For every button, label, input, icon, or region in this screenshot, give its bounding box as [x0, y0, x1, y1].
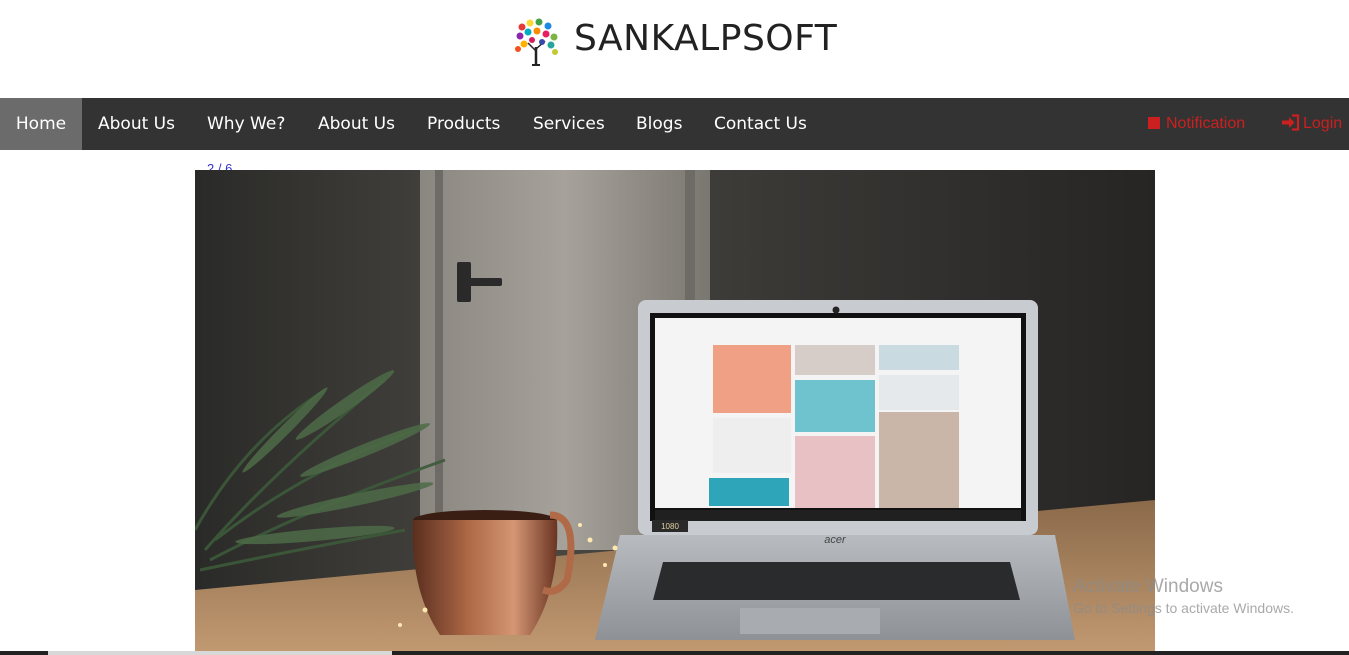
nav-item-services[interactable]: Services — [533, 98, 605, 150]
laptop-desk-photo: acer 1080 — [195, 170, 1155, 655]
activate-windows-title: Activate Windows — [1073, 576, 1223, 597]
nav-item-about-us-2[interactable]: About Us — [318, 98, 395, 150]
nav-item-contact-us[interactable]: Contact Us — [714, 98, 807, 150]
nav-item-about-us[interactable]: About Us — [98, 98, 175, 150]
hero-slide-image[interactable]: acer 1080 — [195, 170, 1155, 655]
nav-item-products[interactable]: Products — [427, 98, 500, 150]
nav-item-blogs[interactable]: Blogs — [636, 98, 682, 150]
colorful-tree-icon[interactable] — [512, 17, 560, 67]
site-header: SANKALPSOFT — [0, 0, 1349, 98]
nav-item-home[interactable]: Home — [0, 98, 82, 150]
scrollbar-thumb[interactable] — [48, 651, 392, 655]
square-icon — [1148, 117, 1160, 129]
login-label: Login — [1303, 115, 1343, 132]
login-link[interactable]: Login — [1281, 98, 1342, 150]
activate-windows-subtitle: Go to Settings to activate Windows. — [1073, 600, 1294, 616]
laptop-brand-text: acer — [824, 534, 847, 546]
main-navbar: Home About Us Why We? About Us Products … — [0, 98, 1349, 150]
notification-link[interactable]: Notification — [1148, 98, 1245, 150]
nav-item-why-we[interactable]: Why We? — [207, 98, 285, 150]
brand-name[interactable]: SANKALPSOFT — [574, 18, 837, 59]
notification-label: Notification — [1166, 115, 1246, 132]
laptop-res-label: 1080 — [661, 522, 679, 531]
sign-in-icon — [1282, 114, 1300, 131]
